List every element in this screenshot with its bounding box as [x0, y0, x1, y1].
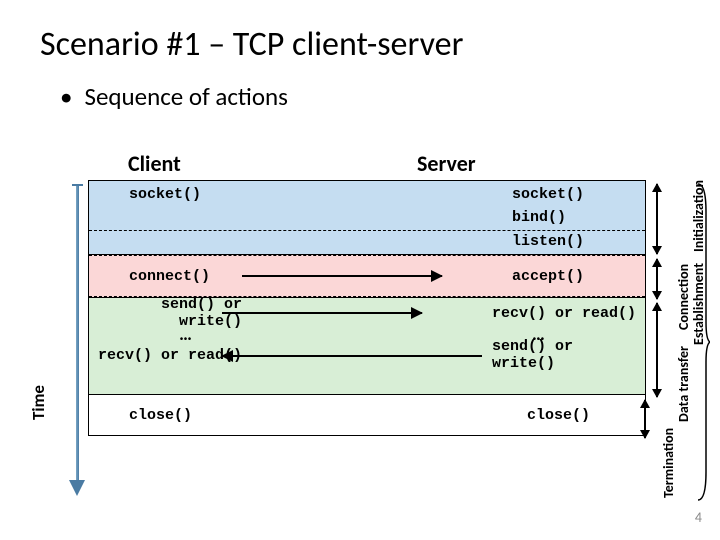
server-call: accept() — [462, 268, 645, 285]
dashed-divider — [89, 255, 645, 256]
time-axis-label: Time — [28, 385, 49, 420]
client-call: socket() — [89, 186, 262, 203]
server-call: bind() — [462, 209, 645, 226]
phase-range-arrow — [656, 259, 658, 299]
phase-label-data-transfer: Data transfer — [675, 346, 692, 422]
server-call: listen() — [462, 233, 645, 250]
slide-title: Scenario #1 – TCP client-server — [0, 0, 720, 65]
client-call: recv() or read() — [89, 347, 242, 364]
dashed-divider — [89, 230, 645, 231]
time-axis — [70, 186, 88, 496]
sequence-diagram: Client Server socket() socket() bind() l… — [88, 150, 646, 520]
server-column-header: Server — [357, 150, 646, 180]
server-call: send() or write() — [442, 338, 645, 372]
phase-termination: close() close() — [88, 394, 646, 436]
phase-initialization: socket() socket() bind() listen() — [88, 180, 646, 255]
server-call: socket() — [462, 186, 645, 203]
client-column-header: Client — [88, 150, 357, 180]
arrow-down-icon — [69, 480, 85, 496]
server-call: recv() or read() — [442, 305, 645, 322]
arrow-right-icon — [242, 275, 442, 277]
subtitle-text: Sequence of actions — [84, 81, 287, 112]
phase-range-arrow — [644, 400, 646, 438]
phase-label-termination: Termination — [660, 428, 677, 498]
client-call: close() — [89, 407, 247, 424]
slide-subtitle: • Sequence of actions — [0, 65, 720, 112]
bullet-icon: • — [60, 81, 72, 112]
phase-range-arrow — [656, 184, 658, 254]
server-call: close() — [447, 407, 645, 424]
page-number: 4 — [695, 509, 702, 526]
phase-data-transfer: send() or write() recv() or read() … … r… — [88, 297, 646, 395]
phase-connection: connect() accept() — [88, 254, 646, 298]
client-call: connect() — [89, 268, 262, 285]
curly-brace-icon — [696, 182, 710, 502]
arrow-right-icon — [222, 312, 422, 314]
phase-range-arrow — [656, 303, 658, 397]
ellipsis: … — [89, 323, 242, 345]
